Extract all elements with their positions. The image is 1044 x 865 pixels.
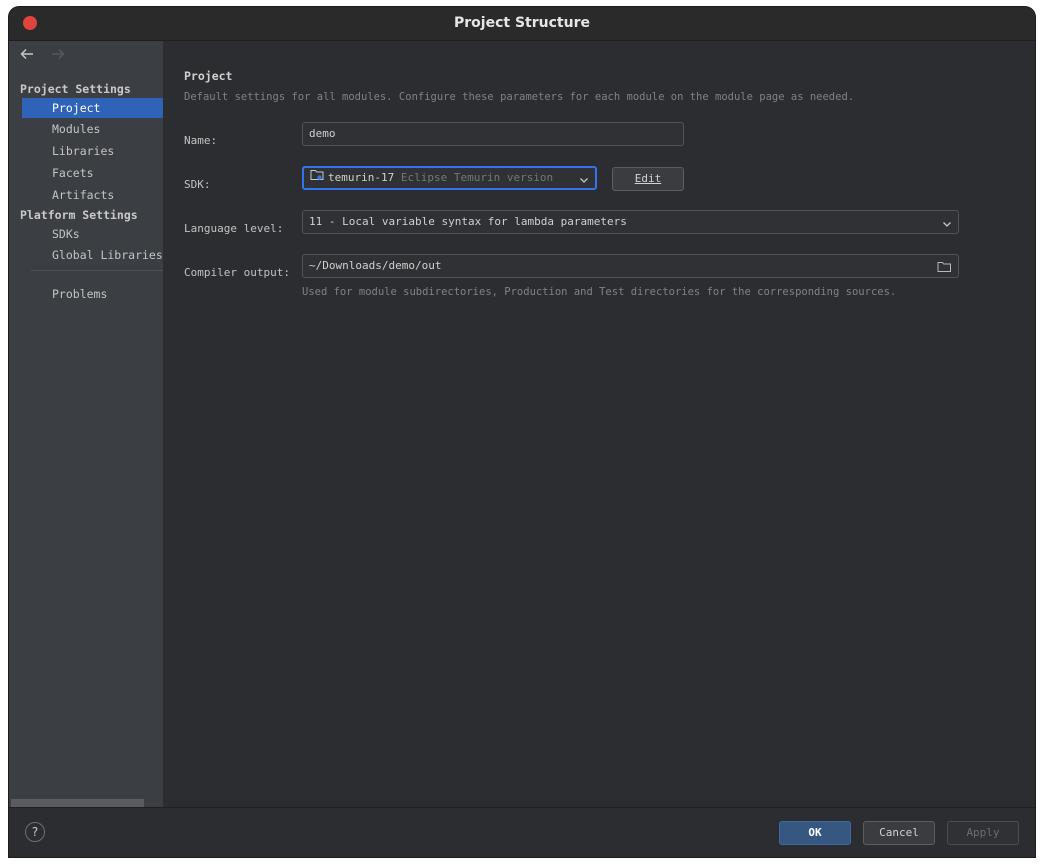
- compiler-output-value: ~/Downloads/demo/out: [309, 259, 442, 272]
- sdk-label: SDK:: [184, 178, 211, 191]
- compiler-output-field[interactable]: ~/Downloads/demo/out: [302, 254, 959, 278]
- language-level-value: 11 - Local variable syntax for lambda pa…: [309, 215, 627, 228]
- ok-button[interactable]: OK: [779, 821, 851, 845]
- back-arrow-icon[interactable]: [19, 47, 35, 61]
- chevron-down-icon: [579, 172, 589, 188]
- browse-folder-icon[interactable]: [937, 259, 952, 277]
- edit-sdk-label: Edit: [634, 172, 662, 185]
- window-title: Project Structure: [454, 15, 590, 31]
- edit-sdk-button[interactable]: Edit: [612, 167, 684, 191]
- sidebar-item-global-libraries[interactable]: Global Libraries: [22, 245, 163, 265]
- name-label: Name:: [184, 134, 218, 147]
- sidebar-item-modules[interactable]: Modules: [22, 119, 163, 139]
- chevron-down-icon: [942, 215, 952, 233]
- sdk-value: temurin-17: [328, 171, 395, 184]
- platform-settings-header: Platform Settings: [20, 208, 138, 222]
- sidebar-item-libraries[interactable]: Libraries: [22, 141, 163, 161]
- sidebar-item-project[interactable]: Project: [22, 98, 163, 118]
- nav-arrows: [19, 47, 74, 64]
- title-bar: Project Structure: [9, 7, 1035, 41]
- sidebar: Project Settings Project Modules Librari…: [9, 41, 164, 807]
- sidebar-item-artifacts[interactable]: Artifacts: [22, 185, 163, 205]
- project-settings-header: Project Settings: [20, 82, 131, 96]
- sdk-folder-icon: [310, 168, 325, 188]
- forward-arrow-icon[interactable]: [50, 47, 66, 61]
- apply-button[interactable]: Apply: [947, 821, 1019, 845]
- sidebar-item-problems[interactable]: Problems: [22, 284, 163, 304]
- name-field[interactable]: demo: [302, 122, 684, 146]
- page-title: Project: [184, 69, 233, 83]
- project-settings-panel: Project Default settings for all modules…: [164, 41, 1035, 807]
- compiler-output-label: Compiler output:: [184, 266, 290, 279]
- page-description: Default settings for all modules. Config…: [184, 91, 855, 103]
- sidebar-item-facets[interactable]: Facets: [22, 163, 163, 183]
- dialog-footer: ? OK Cancel Apply: [9, 807, 1035, 857]
- help-button[interactable]: ?: [25, 822, 45, 842]
- sidebar-horizontal-scrollbar[interactable]: [11, 799, 144, 807]
- cancel-button[interactable]: Cancel: [863, 821, 935, 845]
- language-level-label: Language level:: [184, 222, 284, 235]
- language-level-dropdown[interactable]: 11 - Local variable syntax for lambda pa…: [302, 210, 959, 234]
- project-structure-dialog: Project Structure Project Settings Proje…: [9, 7, 1035, 857]
- sdk-dropdown[interactable]: temurin-17 Eclipse Temurin version: [302, 166, 597, 190]
- name-field-value: demo: [309, 127, 336, 140]
- sidebar-item-sdks[interactable]: SDKs: [22, 224, 163, 244]
- compiler-output-hint: Used for module subdirectories, Producti…: [302, 286, 897, 298]
- sidebar-divider: [31, 270, 163, 271]
- sdk-version: Eclipse Temurin version: [400, 171, 554, 184]
